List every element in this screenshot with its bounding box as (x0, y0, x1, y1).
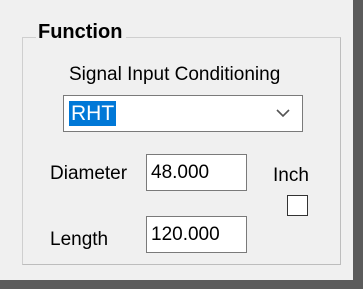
right-border (353, 0, 363, 289)
inch-checkbox[interactable] (287, 195, 308, 216)
length-input[interactable] (146, 216, 247, 253)
diameter-input[interactable] (146, 154, 247, 191)
function-panel: Function Signal Input Conditioning RHT D… (0, 0, 363, 289)
signal-input-conditioning-label: Signal Input Conditioning (69, 64, 281, 85)
selected-option: RHT (69, 101, 117, 126)
diameter-label: Diameter (50, 163, 128, 184)
inch-label: Inch (273, 165, 309, 186)
bottom-border (0, 280, 363, 289)
group-title: Function (36, 20, 127, 44)
length-label: Length (50, 229, 109, 250)
chevron-down-icon[interactable] (275, 106, 291, 120)
signal-input-conditioning-dropdown[interactable]: RHT (63, 95, 303, 132)
